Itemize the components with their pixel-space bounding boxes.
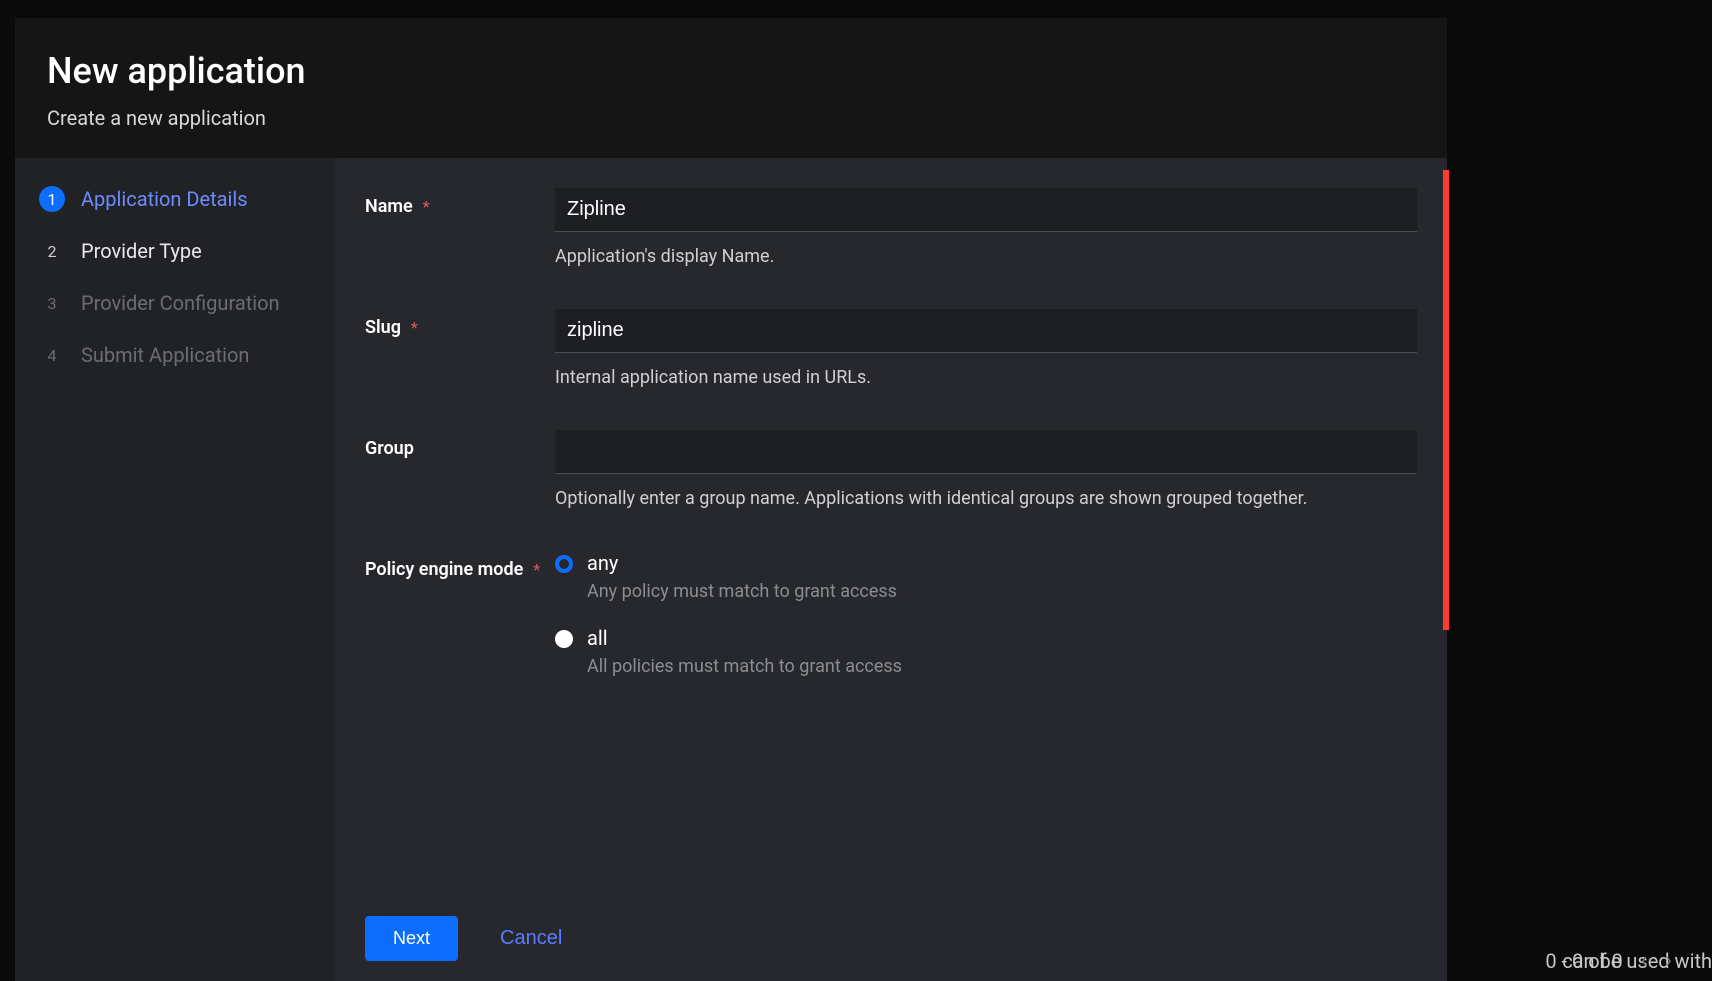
next-button[interactable]: Next [365, 916, 458, 961]
required-indicator: * [533, 560, 540, 579]
field-row-name: Name * Application's display Name. [365, 188, 1417, 267]
modal-title: New application [47, 50, 1415, 92]
field-input-col: Internal application name used in URLs. [555, 309, 1417, 388]
radio-label: all [587, 626, 1417, 650]
group-label: Group [365, 438, 414, 459]
field-input-col: Application's display Name. [555, 188, 1417, 267]
name-help-text: Application's display Name. [555, 246, 1417, 267]
modal-body: 1 Application Details 2 Provider Type 3 … [15, 158, 1447, 981]
field-row-slug: Slug * Internal application name used in… [365, 309, 1417, 388]
new-application-modal: New application Create a new application… [15, 18, 1447, 981]
step-label: Provider Configuration [81, 291, 280, 315]
field-input-col: Optionally enter a group name. Applicati… [555, 430, 1417, 509]
step-number-badge: 1 [39, 186, 65, 212]
right-edge-indicator [1443, 170, 1449, 630]
slug-input[interactable] [555, 309, 1417, 353]
radio-description: Any policy must match to grant access [587, 581, 1417, 602]
slug-help-text: Internal application name used in URLs. [555, 367, 1417, 388]
field-row-group: Group Optionally enter a group name. App… [365, 430, 1417, 509]
policy-option-any[interactable]: any Any policy must match to grant acces… [555, 551, 1417, 602]
modal-header: New application Create a new application [15, 18, 1447, 158]
radio-icon [555, 555, 573, 573]
step-submit-application[interactable]: 4 Submit Application [39, 342, 311, 368]
field-label-col: Group [365, 430, 555, 509]
radio-label: any [587, 551, 1417, 575]
policy-mode-radio-group: any Any policy must match to grant acces… [555, 551, 1417, 701]
group-input[interactable] [555, 430, 1417, 474]
cancel-button[interactable]: Cancel [500, 927, 562, 950]
name-label: Name [365, 196, 413, 217]
step-number-badge: 4 [39, 342, 65, 368]
pagination-range: 0 - 0 of 0 [1545, 949, 1622, 973]
pagination-next-icon[interactable]: › [1665, 948, 1672, 973]
modal-subtitle: Create a new application [47, 106, 1415, 130]
step-application-details[interactable]: 1 Application Details [39, 186, 311, 212]
field-label-col: Slug * [365, 309, 555, 388]
name-input[interactable] [555, 188, 1417, 232]
radio-content: any Any policy must match to grant acces… [587, 551, 1417, 602]
form-panel: Name * Application's display Name. Slug … [335, 158, 1447, 981]
step-number-badge: 3 [39, 290, 65, 316]
radio-description: All policies must match to grant access [587, 656, 1417, 677]
step-label: Submit Application [81, 343, 249, 367]
field-label-col: Policy engine mode * [365, 551, 555, 701]
required-indicator: * [411, 318, 418, 337]
wizard-steps-sidebar: 1 Application Details 2 Provider Type 3 … [15, 158, 335, 981]
step-provider-type[interactable]: 2 Provider Type [39, 238, 311, 264]
required-indicator: * [423, 197, 430, 216]
field-label-col: Name * [365, 188, 555, 267]
radio-content: all All policies must match to grant acc… [587, 626, 1417, 677]
slug-label: Slug [365, 317, 401, 338]
form-fields: Name * Application's display Name. Slug … [365, 188, 1417, 896]
step-provider-configuration[interactable]: 3 Provider Configuration [39, 290, 311, 316]
field-row-policy-mode: Policy engine mode * any Any policy must… [365, 551, 1417, 701]
pagination-bar: 0 - 0 of 0 ‹ › [1545, 948, 1672, 973]
step-label: Application Details [81, 187, 248, 211]
step-label: Provider Type [81, 239, 202, 263]
policy-option-all[interactable]: all All policies must match to grant acc… [555, 626, 1417, 677]
form-actions: Next Cancel [365, 896, 1417, 961]
policy-mode-label: Policy engine mode [365, 559, 523, 580]
radio-icon [555, 630, 573, 648]
group-help-text: Optionally enter a group name. Applicati… [555, 488, 1417, 509]
step-number-badge: 2 [39, 238, 65, 264]
pagination-prev-icon[interactable]: ‹ [1641, 948, 1648, 973]
